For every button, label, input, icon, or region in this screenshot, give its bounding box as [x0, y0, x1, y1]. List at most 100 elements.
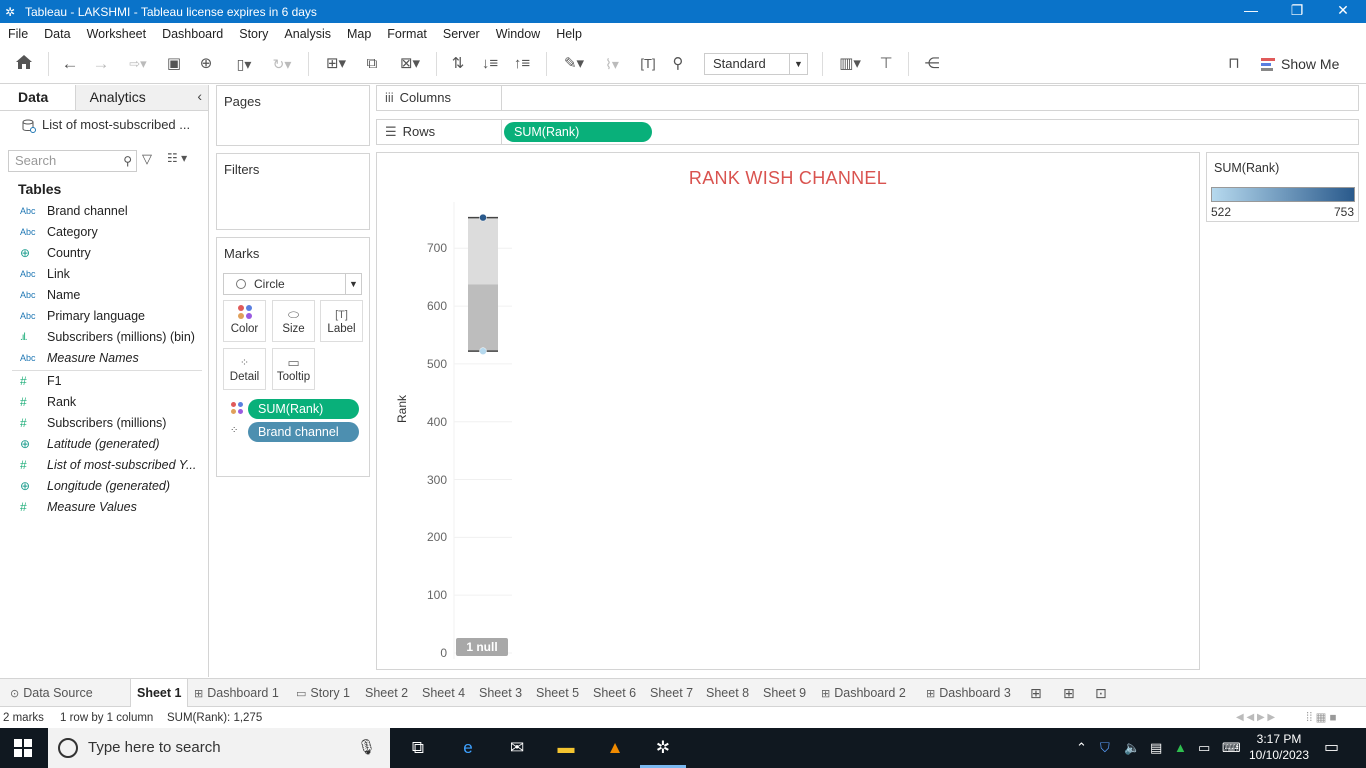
field-item[interactable]: # Measure Values: [0, 497, 208, 518]
fit-select[interactable]: Standard ▼: [704, 53, 808, 75]
sort-descending-icon[interactable]: ↑≡: [510, 52, 534, 76]
field-item[interactable]: Abc Primary language: [0, 306, 208, 327]
vlc-icon[interactable]: ▲: [603, 736, 627, 760]
view-options-icon[interactable]: ☷ ▾: [167, 151, 187, 165]
tab-data[interactable]: Data: [0, 85, 76, 110]
tab-dashboard-1[interactable]: ⊞ Dashboard 1: [194, 679, 279, 707]
rows-shelf[interactable]: ☰ Rows SUM(Rank): [376, 119, 1359, 145]
show-cards-icon[interactable]: ▥▾: [832, 52, 868, 76]
pause-updates-icon[interactable]: ▯▾: [226, 52, 262, 76]
color-button[interactable]: Color: [223, 300, 266, 342]
field-item[interactable]: ⊕ Country: [0, 243, 208, 264]
new-story-tab-icon[interactable]: ⊡: [1095, 679, 1107, 707]
field-item[interactable]: Abc Brand channel: [0, 201, 208, 222]
menu-map[interactable]: Map: [339, 27, 379, 41]
color-legend[interactable]: SUM(Rank) 522 753: [1206, 152, 1359, 222]
tab-sheet-9[interactable]: Sheet 9: [763, 679, 806, 707]
view-mode-icons[interactable]: ⁞⁞ ▦ ■: [1306, 708, 1337, 728]
tab-sheet-7[interactable]: Sheet 7: [650, 679, 693, 707]
replay-icon[interactable]: ⇨▾: [120, 52, 156, 76]
show-mark-labels-icon[interactable]: [T]: [636, 52, 660, 76]
presentation-mode-icon[interactable]: ⊤: [874, 52, 898, 76]
field-item[interactable]: ⊕ Latitude (generated): [0, 434, 208, 455]
menu-worksheet[interactable]: Worksheet: [79, 27, 155, 41]
null-indicator[interactable]: 1 null: [456, 638, 508, 656]
columns-shelf[interactable]: iii Columns: [376, 85, 1359, 111]
menu-server[interactable]: Server: [435, 27, 488, 41]
tab-sheet-2[interactable]: Sheet 2: [365, 679, 408, 707]
minimize-button[interactable]: —: [1228, 0, 1274, 23]
pin-icon[interactable]: ⊓: [1222, 52, 1246, 76]
edge-icon[interactable]: e: [456, 736, 480, 760]
show-hidden-icons[interactable]: ⌃: [1076, 728, 1087, 768]
brand-channel-detail-pill[interactable]: Brand channel: [248, 422, 359, 442]
microphone-icon[interactable]: 🎙: [357, 728, 376, 768]
restore-button[interactable]: ❐: [1274, 0, 1320, 23]
show-me-button[interactable]: Show Me: [1261, 52, 1339, 76]
menu-story[interactable]: Story: [231, 27, 276, 41]
tab-sheet-1[interactable]: Sheet 1: [130, 679, 189, 707]
volume-icon[interactable]: 🔈: [1124, 728, 1140, 768]
data-point[interactable]: [479, 347, 487, 355]
refresh-icon[interactable]: ↻▾: [264, 52, 300, 76]
group-members-icon[interactable]: ⌇▾: [594, 52, 630, 76]
menu-help[interactable]: Help: [548, 27, 590, 41]
mail-icon[interactable]: ✉: [505, 736, 529, 760]
field-item[interactable]: ⊕ Longitude (generated): [0, 476, 208, 497]
collapse-pane-icon[interactable]: ‹: [197, 88, 202, 104]
notifications-icon[interactable]: ▭: [1324, 728, 1339, 768]
redo-icon[interactable]: →: [89, 52, 113, 76]
sort-ascending-icon[interactable]: ↓≡: [478, 52, 502, 76]
tab-sheet-8[interactable]: Sheet 8: [706, 679, 749, 707]
new-worksheet-tab-icon[interactable]: ⊞: [1030, 679, 1042, 707]
tab-analytics[interactable]: Analytics: [75, 85, 208, 110]
swap-rows-columns-icon[interactable]: ⇅: [446, 52, 470, 76]
undo-icon[interactable]: ←: [58, 52, 82, 76]
pages-card[interactable]: Pages: [216, 85, 370, 146]
file-explorer-icon[interactable]: ▬: [554, 736, 578, 760]
tableau-taskbar-icon[interactable]: ✲: [651, 736, 675, 760]
data-source-item[interactable]: List of most-subscribed ...: [0, 111, 208, 139]
field-item[interactable]: # F1: [0, 371, 208, 392]
taskbar-search-input[interactable]: Type here to search 🎙: [48, 728, 390, 768]
tab-data-source[interactable]: ⊙ Data Source: [10, 679, 93, 707]
duplicate-sheet-icon[interactable]: ⧉: [360, 52, 384, 76]
security-icon[interactable]: ⛉: [1100, 728, 1110, 768]
task-view-icon[interactable]: ⧉: [406, 736, 430, 760]
close-button[interactable]: ✕: [1320, 0, 1366, 23]
tab-sheet-3[interactable]: Sheet 3: [479, 679, 522, 707]
tab-dashboard-2[interactable]: ⊞ Dashboard 2: [821, 679, 906, 707]
size-button[interactable]: ⬭ Size: [272, 300, 315, 342]
battery-icon[interactable]: ▭: [1198, 728, 1210, 768]
viz-view[interactable]: RANK WISH CHANNEL Rank 0 100 200 300 400 500 6…: [376, 152, 1200, 670]
sum-rank-color-pill[interactable]: SUM(Rank): [248, 399, 359, 419]
new-dashboard-tab-icon[interactable]: ⊞: [1063, 679, 1075, 707]
share-icon[interactable]: ⋲: [920, 52, 944, 76]
home-icon[interactable]: [12, 52, 36, 76]
menu-file[interactable]: File: [0, 27, 36, 41]
field-item[interactable]: .ıl. Subscribers (millions) (bin): [0, 327, 208, 348]
tab-story-1[interactable]: ▭ Story 1: [296, 679, 350, 707]
field-item[interactable]: # List of most-subscribed Y...: [0, 455, 208, 476]
boxplot-lower-box[interactable]: [468, 284, 498, 352]
tab-sheet-6[interactable]: Sheet 6: [593, 679, 636, 707]
menu-dashboard[interactable]: Dashboard: [154, 27, 231, 41]
drive-icon[interactable]: ▲: [1174, 728, 1187, 768]
field-search-input[interactable]: Search ⚲: [8, 150, 137, 172]
new-datasource-icon[interactable]: ⊕: [194, 52, 218, 76]
menu-analysis[interactable]: Analysis: [276, 27, 339, 41]
network-icon[interactable]: ▤: [1150, 728, 1162, 768]
field-item[interactable]: Abc Measure Names: [0, 348, 208, 369]
keyboard-icon[interactable]: ⌨: [1222, 728, 1241, 768]
windows-start-icon[interactable]: [14, 739, 32, 757]
highlight-icon[interactable]: ✎▾: [556, 52, 592, 76]
detail-button[interactable]: ⁘ Detail: [223, 348, 266, 390]
filter-icon[interactable]: ▽: [142, 151, 152, 167]
save-icon[interactable]: ▣: [162, 52, 186, 76]
tab-nav-icons[interactable]: ◀ ◀ ▶ ▶: [1236, 708, 1275, 728]
menu-window[interactable]: Window: [488, 27, 548, 41]
clear-sheet-icon[interactable]: ⊠▾: [392, 52, 428, 76]
tab-sheet-4[interactable]: Sheet 4: [422, 679, 465, 707]
boxplot-upper-box[interactable]: [468, 217, 498, 285]
system-clock[interactable]: 3:17 PM 10/10/2023: [1248, 731, 1310, 763]
